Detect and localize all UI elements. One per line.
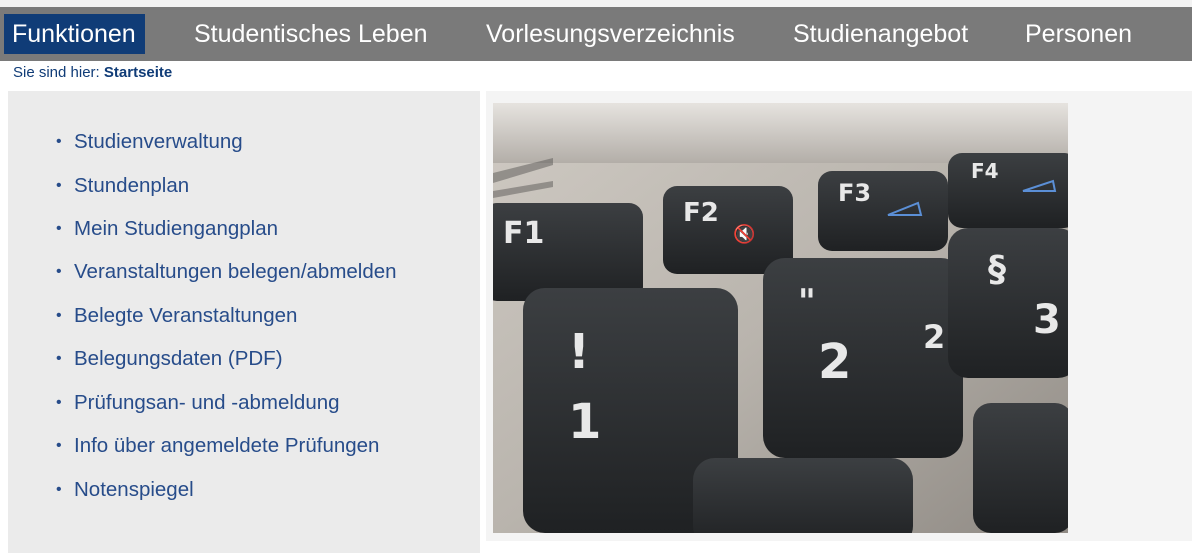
menu-item-label: Belegte Veranstaltungen (74, 304, 298, 327)
menu-item-belegungsdaten-pdf[interactable]: • Belegungsdaten (PDF) (56, 344, 283, 374)
menu-item-label: Notenspiegel (74, 478, 194, 501)
menu-item-label: Stundenplan (74, 174, 190, 197)
key-label-two-small: 2 (923, 318, 945, 356)
key-label-quote: " (798, 282, 816, 322)
key-label-one: 1 (568, 394, 601, 450)
menu-item-label: Veranstaltungen belegen/abmelden (74, 260, 397, 283)
key-label-f3: F3 (838, 179, 871, 207)
menu-item-mein-studiengangplan[interactable]: • Mein Studiengangplan (56, 214, 278, 244)
nav-item-vorlesungsverzeichnis[interactable]: Vorlesungsverzeichnis (486, 7, 735, 61)
key-label-f2: F2 (683, 198, 719, 228)
bullet-icon: • (56, 437, 62, 454)
key-label-paragraph: § (988, 249, 1006, 290)
menu-item-label: Prüfungsan- und -abmeldung (74, 391, 340, 414)
bullet-icon: • (56, 177, 62, 194)
menu-item-belegte-veranstaltungen[interactable]: • Belegte Veranstaltungen (56, 301, 297, 331)
menu-item-label: Belegungsdaten (PDF) (74, 347, 283, 370)
breadcrumb-prefix: Sie sind hier: (13, 64, 100, 81)
key-label-three: 3 (1033, 297, 1061, 343)
menu-item-label: Mein Studiengangplan (74, 217, 279, 240)
key-label-f4: F4 (971, 159, 999, 183)
nav-item-funktionen[interactable]: Funktionen (4, 14, 145, 54)
bullet-icon: • (56, 220, 62, 237)
bullet-icon: • (56, 481, 62, 498)
menu-item-angemeldete-pruefungen[interactable]: • Info über angemeldete Prüfungen (56, 431, 379, 461)
main-navbar: Funktionen Studentisches Leben Vorlesung… (0, 7, 1192, 61)
bullet-icon: • (56, 133, 62, 150)
key-label-f1: F1 (503, 216, 544, 251)
nav-item-studentisches-leben[interactable]: Studentisches Leben (194, 7, 428, 61)
bullet-icon: • (56, 307, 62, 324)
bullet-icon: • (56, 394, 62, 411)
keyboard-photo: F1 F2 F3 F4 🔇 ! 1 " 2 2 § 3 (493, 103, 1068, 533)
menu-item-veranstaltungen-belegen[interactable]: • Veranstaltungen belegen/abmelden (56, 257, 397, 287)
menu-item-label: Info über angemeldete Prüfungen (74, 434, 380, 457)
menu-item-label: Studienverwaltung (74, 130, 243, 153)
page: Funktionen Studentisches Leben Vorlesung… (0, 0, 1192, 553)
menu-item-stundenplan[interactable]: • Stundenplan (56, 171, 189, 201)
functions-panel: • Studienverwaltung • Stundenplan • Mein St… (8, 91, 480, 553)
menu-item-notenspiegel[interactable]: • Notenspiegel (56, 475, 194, 505)
breadcrumb: Sie sind hier: Startseite (13, 62, 172, 84)
mute-icon: 🔇 (733, 223, 755, 244)
nav-item-studienangebot[interactable]: Studienangebot (793, 7, 968, 61)
nav-item-personen[interactable]: Personen (1025, 7, 1132, 61)
key-label-two: 2 (818, 334, 851, 390)
key-label-exclamation: ! (568, 324, 590, 380)
bullet-icon: • (56, 350, 62, 367)
menu-item-studienverwaltung[interactable]: • Studienverwaltung (56, 127, 243, 157)
top-strip (0, 0, 1192, 7)
content-panel-bottom (486, 541, 1192, 553)
breadcrumb-current[interactable]: Startseite (104, 64, 172, 81)
menu-item-pruefungsanmeldung[interactable]: • Prüfungsan- und -abmeldung (56, 388, 340, 418)
bullet-icon: • (56, 263, 62, 280)
